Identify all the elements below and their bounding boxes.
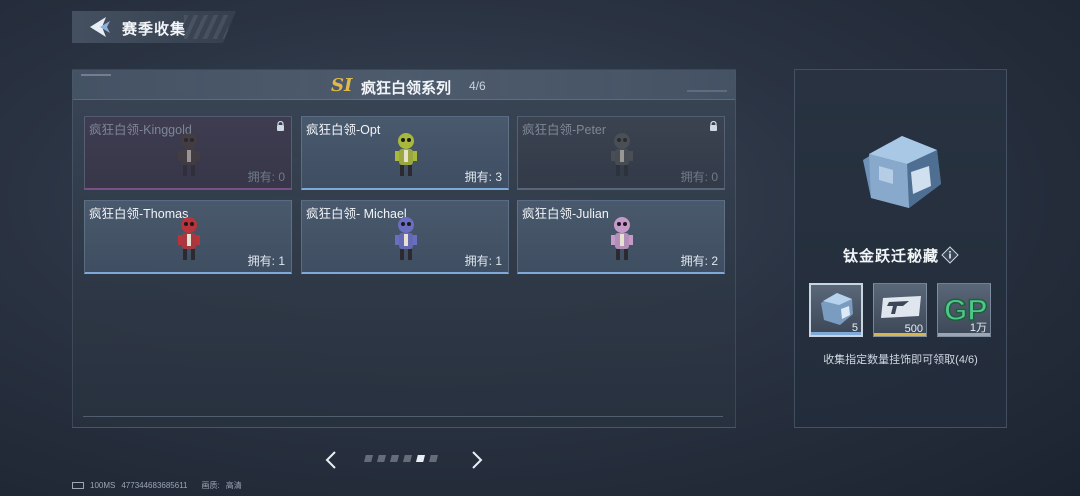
ticket-icon: [881, 296, 921, 318]
page-dot[interactable]: [403, 455, 412, 462]
back-arrow-icon[interactable]: [86, 15, 112, 39]
rarity-bar: [874, 333, 926, 336]
user-id: 477344683685611: [121, 481, 188, 490]
info-icon[interactable]: [941, 246, 959, 264]
rarity-bar: [938, 333, 990, 336]
network-icon: [72, 482, 84, 489]
season-badge: SI: [331, 75, 353, 96]
prev-page-arrow-icon[interactable]: [324, 450, 338, 470]
header-decoration: [184, 15, 228, 39]
card-name: 疯狂白领-Thomas: [89, 207, 189, 221]
pendant-figure-icon: [395, 217, 417, 260]
latency: 100MS: [90, 481, 116, 490]
reward-item-ticket[interactable]: 500: [873, 283, 927, 337]
reward-name: 钛金跃迁秘藏: [843, 248, 940, 265]
chest-icon: [821, 293, 853, 325]
collection-panel: SI 疯狂白领系列 4/6 疯狂白领-Kinggold 拥有: 0 疯狂白领-Opt…: [72, 69, 736, 428]
rarity-bar: [811, 332, 861, 335]
series-progress: 4/6: [469, 79, 486, 93]
header-deco-line: [687, 90, 727, 92]
collection-card[interactable]: 疯狂白领-Peter 拥有: 0: [517, 116, 725, 190]
collection-card[interactable]: 疯狂白领- Michael 拥有: 1: [301, 200, 509, 274]
reward-panel: 钛金跃迁秘藏 5 500 GP 1万 收集指定数量挂饰即可领取(4/6): [794, 69, 1007, 428]
collection-card[interactable]: 疯狂白领-Kinggold 拥有: 0: [84, 116, 292, 190]
pendant-figure-icon: [178, 217, 200, 260]
page-title: 赛季收集: [122, 21, 187, 38]
owned-count: 拥有: 2: [680, 254, 718, 268]
owned-count: 拥有: 1: [247, 254, 285, 268]
quality-value: 高清: [225, 481, 242, 490]
page-dot[interactable]: [364, 455, 373, 462]
owned-count: 拥有: 3: [464, 170, 502, 184]
page-dot[interactable]: [390, 455, 399, 462]
card-name: 疯狂白领-Julian: [522, 207, 609, 221]
pendant-figure-icon: [611, 133, 633, 176]
panel-divider: [83, 416, 723, 417]
page-header: 赛季收集: [72, 11, 236, 43]
series-header: SI 疯狂白领系列 4/6: [73, 70, 735, 100]
page-dot[interactable]: [416, 455, 425, 462]
page-indicator: [364, 455, 438, 462]
card-name: 疯狂白领-Opt: [306, 123, 381, 137]
collection-card[interactable]: 疯狂白领-Opt 拥有: 3: [301, 116, 509, 190]
card-name: 疯狂白领-Peter: [522, 123, 607, 137]
pendant-figure-icon: [395, 133, 417, 176]
reward-hint: 收集指定数量挂饰即可领取(4/6): [823, 354, 978, 366]
lock-icon: [277, 121, 284, 131]
owned-count: 拥有: 0: [680, 170, 718, 184]
chest-icon: [863, 136, 941, 208]
owned-count: 拥有: 1: [464, 254, 502, 268]
collection-card[interactable]: 疯狂白领-Thomas 拥有: 1: [84, 200, 292, 274]
owned-count: 拥有: 0: [247, 170, 285, 184]
page-dot[interactable]: [377, 455, 386, 462]
pendant-figure-icon: [178, 133, 200, 176]
quality-label: 画质:: [201, 481, 220, 490]
page-dot[interactable]: [429, 455, 438, 462]
header-deco-line: [81, 74, 111, 76]
pendant-figure-icon: [611, 217, 633, 260]
collection-card[interactable]: 疯狂白领-Julian 拥有: 2: [517, 200, 725, 274]
series-title: 疯狂白领系列: [361, 80, 452, 97]
reward-item-gp[interactable]: GP 1万: [937, 283, 991, 337]
next-page-arrow-icon[interactable]: [470, 450, 484, 470]
lock-icon: [710, 121, 717, 131]
reward-item-chest[interactable]: 5: [809, 283, 863, 337]
status-footer: 100MS 477344683685611 画质: 高清: [72, 480, 242, 491]
